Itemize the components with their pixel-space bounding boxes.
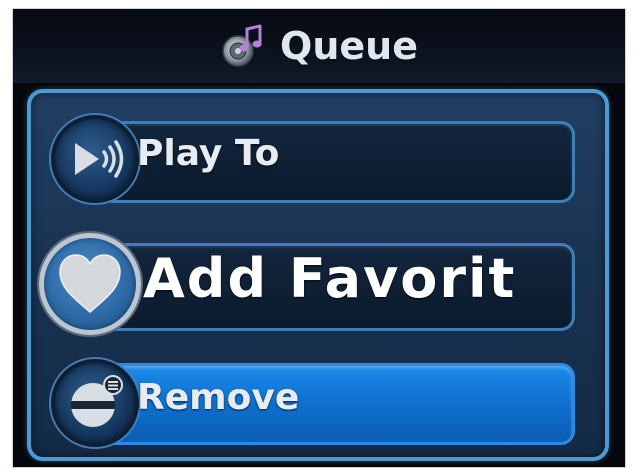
menu-item-label: Play To bbox=[137, 133, 280, 174]
menu-item-play-to[interactable]: Play To bbox=[31, 111, 605, 203]
speaker-volume-icon bbox=[51, 115, 139, 203]
menu-item-add-favorite[interactable]: Add Favorit bbox=[31, 233, 605, 339]
heart-icon bbox=[39, 233, 141, 335]
menu-item-label: Add Favorit bbox=[143, 247, 517, 310]
menu-item-remove[interactable]: Remove bbox=[31, 353, 605, 449]
title-group: Queue bbox=[13, 9, 625, 83]
page-title: Queue bbox=[280, 24, 418, 68]
queue-menu: Play To Add Favorit Remove bbox=[27, 89, 609, 461]
remove-minus-icon bbox=[51, 359, 139, 447]
queue-screen: Queue Play To Add Favorit Remove bbox=[12, 8, 626, 468]
music-speaker-icon bbox=[220, 23, 266, 69]
menu-item-label: Remove bbox=[137, 377, 300, 418]
title-bar: Queue bbox=[13, 9, 625, 83]
